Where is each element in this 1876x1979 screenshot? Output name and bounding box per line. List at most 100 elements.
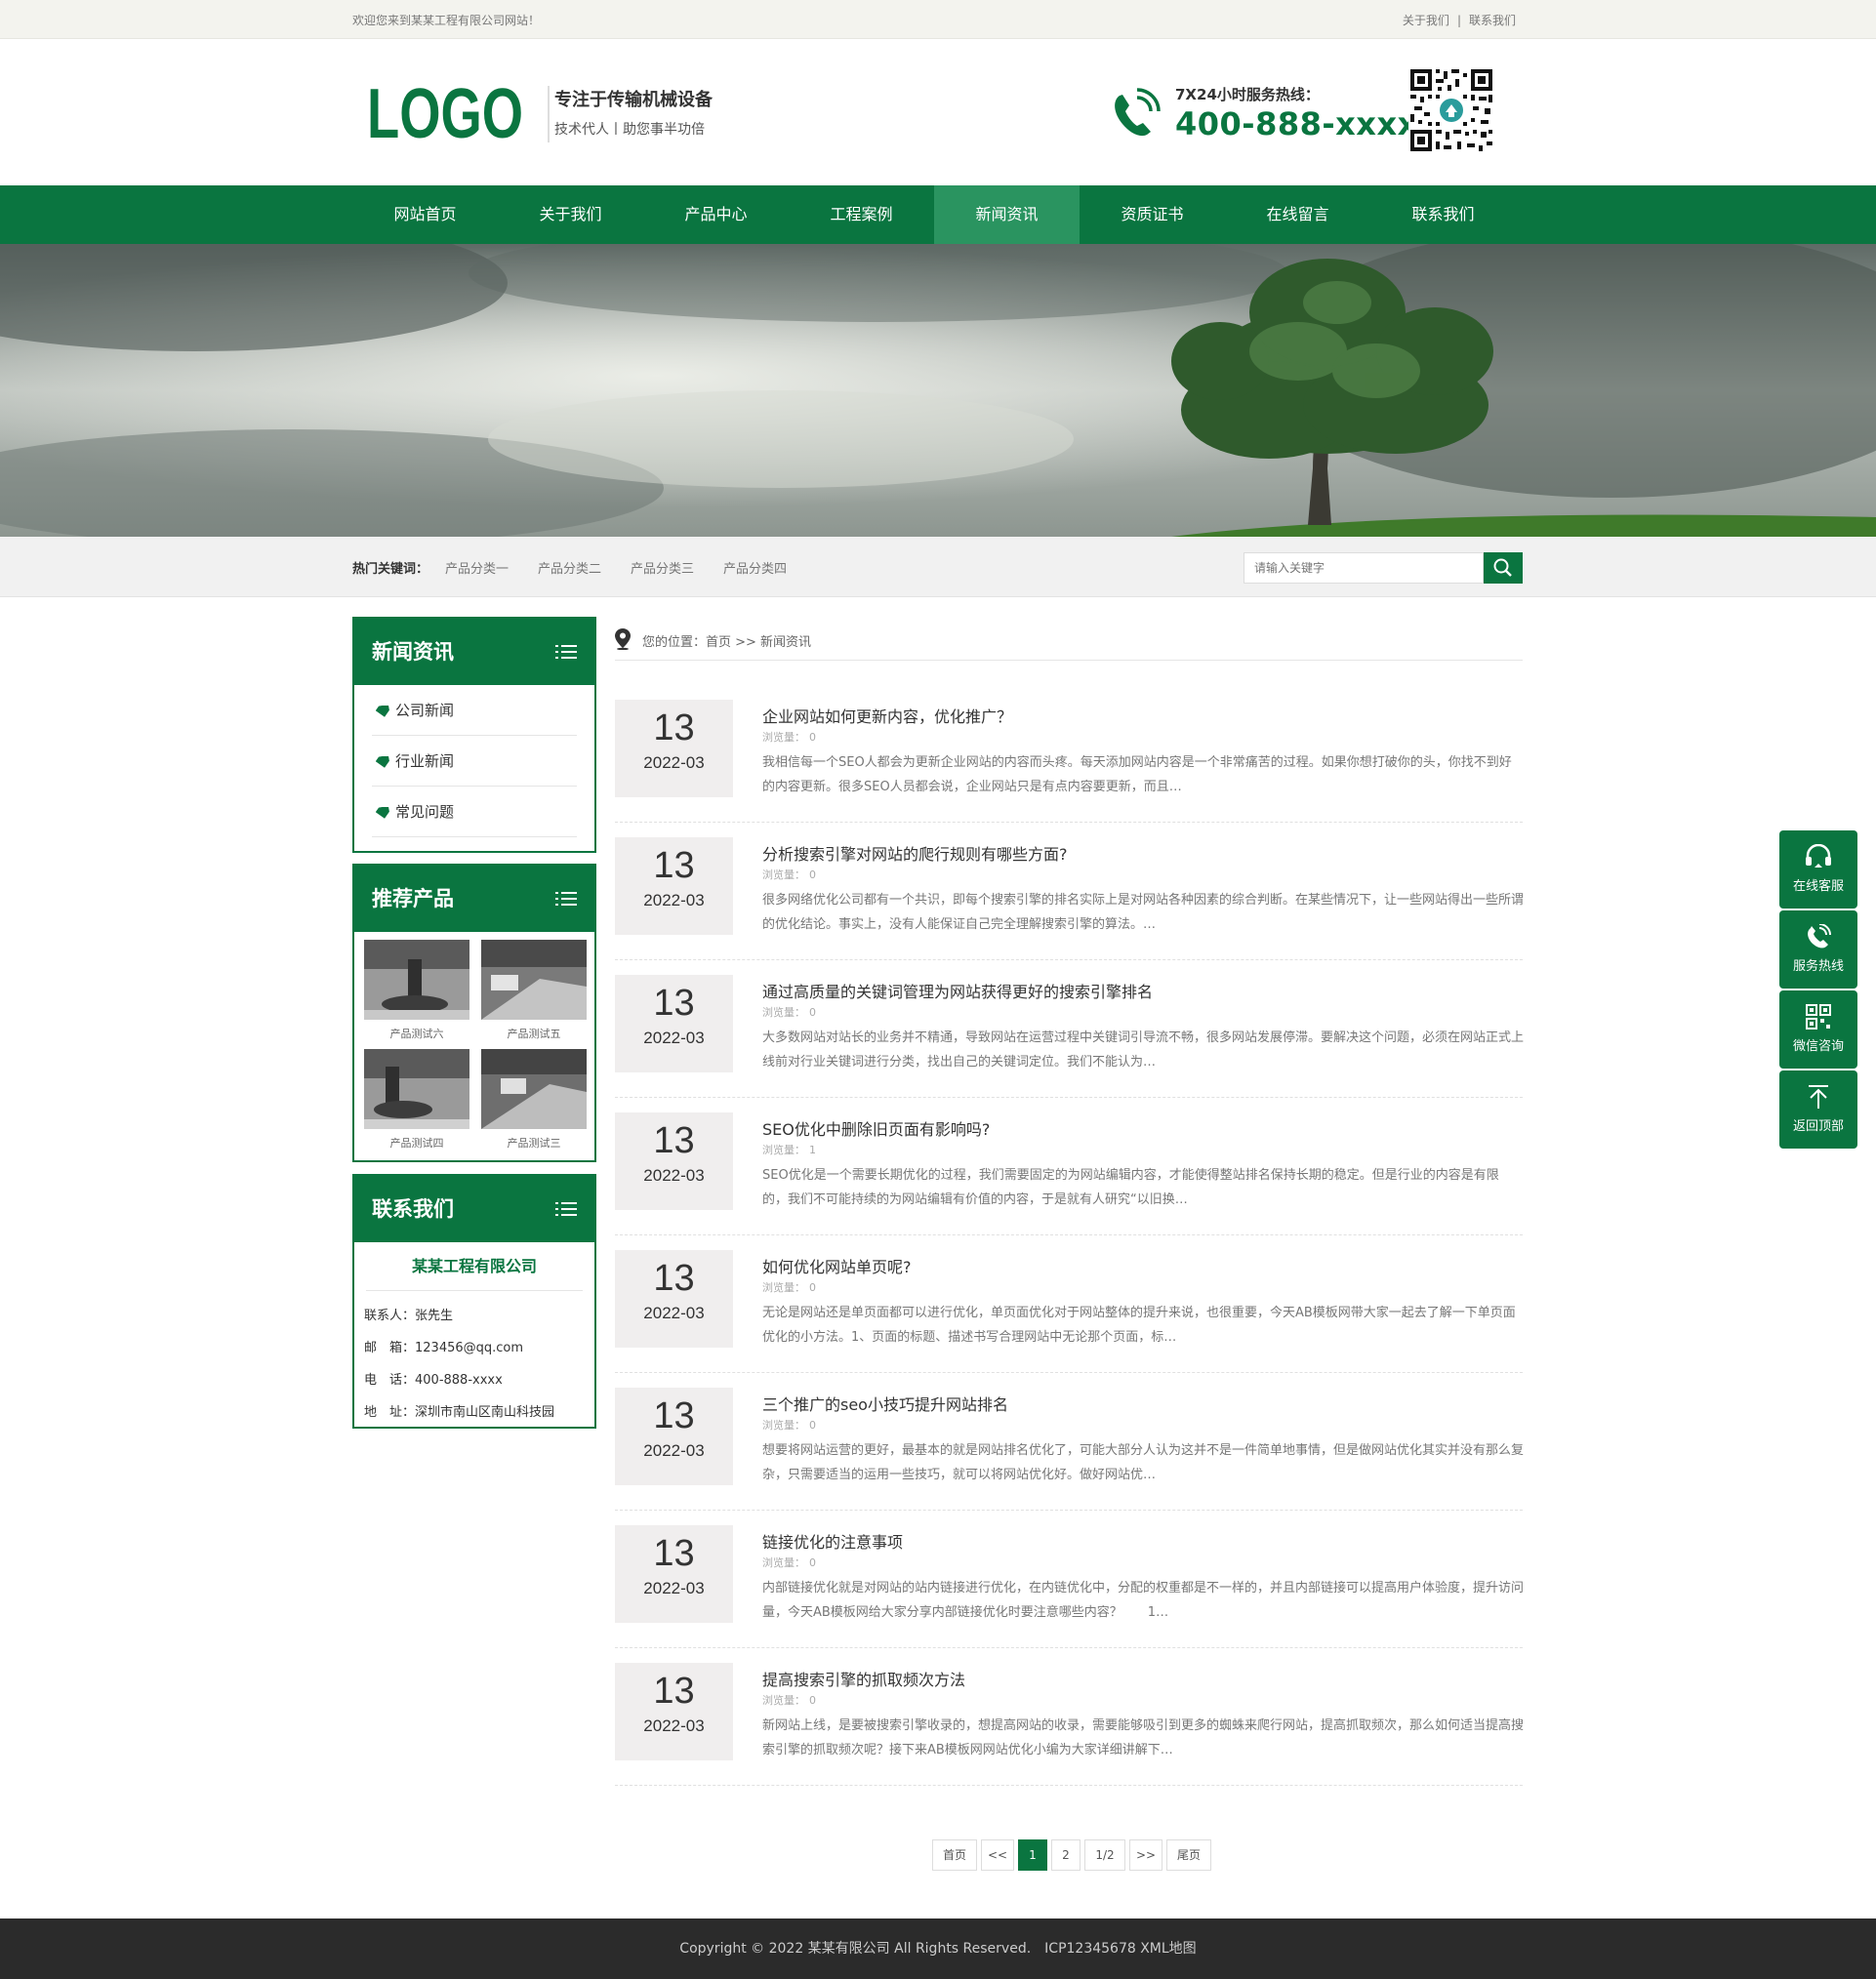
keyword-link[interactable]: 产品分类三 xyxy=(631,558,694,577)
news-item[interactable]: 13 2022-03 链接优化的注意事项 浏览量： 0 内部链接优化就是对网站的站内… xyxy=(615,1510,1524,1648)
keyword-link[interactable]: 产品分类二 xyxy=(538,558,601,577)
nav-item-message[interactable]: 在线留言 xyxy=(1225,185,1370,244)
product-name: 产品测试五 xyxy=(507,1028,561,1040)
product-card[interactable]: 产品测试六 xyxy=(364,940,469,1041)
views-label: 浏览量： xyxy=(762,1281,805,1294)
product-image xyxy=(364,1049,469,1129)
news-summary: SEO优化是一个需要长期优化的过程，我们需要固定的为网站编辑内容，才能使得整站排… xyxy=(762,1168,1499,1207)
nav-item-cases[interactable]: 工程案例 xyxy=(789,185,934,244)
page-number-button[interactable]: 1 xyxy=(1018,1839,1047,1871)
news-year-month: 2022-03 xyxy=(643,1304,705,1322)
news-day: 13 xyxy=(653,983,695,1024)
news-item[interactable]: 13 2022-03 如何优化网站单页呢? 浏览量： 0 无论是网站还是单页面都可以… xyxy=(615,1234,1523,1373)
news-title[interactable]: 通过高质量的关键词管理为网站获得更好的搜索引擎排名 xyxy=(762,979,1153,1002)
top-bar: 欢迎您来到某某工程有限公司网站！ 关于我们 | 联系我们 xyxy=(0,0,1876,39)
keyword-link[interactable]: 产品分类一 xyxy=(445,558,509,577)
sidebar-category-faq[interactable]: 常见问题 xyxy=(372,787,577,837)
product-name: 产品测试四 xyxy=(389,1137,444,1150)
news-title[interactable]: 提高搜索引擎的抓取频次方法 xyxy=(762,1667,965,1690)
search-input[interactable] xyxy=(1244,552,1484,584)
news-title[interactable]: 企业网站如何更新内容，优化推广？ xyxy=(762,704,1012,727)
news-item[interactable]: 13 2022-03 企业网站如何更新内容，优化推广？ 浏览量： 0 我相信每一个S… xyxy=(615,684,1523,823)
news-summary: 很多网络优化公司都有一个共识，即每个搜索引擎的排名实际上是对网站各种因素的综合判… xyxy=(762,893,1524,932)
list-icon xyxy=(555,1202,577,1216)
views-count: 0 xyxy=(809,731,816,744)
news-title[interactable]: 如何优化网站单页呢? xyxy=(762,1254,912,1277)
float-wechat-button[interactable]: 微信咨询 xyxy=(1779,990,1857,1069)
news-item[interactable]: 13 2022-03 SEO优化中删除旧页面有影响吗? 浏览量： 1 SEO优化是一… xyxy=(615,1097,1523,1235)
sidebar-category-company-news[interactable]: 公司新闻 xyxy=(372,685,577,736)
sidebar-category-industry-news[interactable]: 行业新闻 xyxy=(372,736,577,787)
copyright-text: Copyright © 2022 某某有限公司 All Rights Reser… xyxy=(679,1941,1197,1957)
float-label: 返回顶部 xyxy=(1792,1119,1844,1134)
news-views: 浏览量： 0 xyxy=(762,1692,816,1708)
contact-company-name: 某某工程有限公司 xyxy=(366,1242,583,1291)
breadcrumb: 您的位置：首页 >> 新闻资讯 xyxy=(615,628,1523,661)
news-day: 13 xyxy=(653,1533,695,1574)
news-title[interactable]: SEO优化中删除旧页面有影响吗? xyxy=(762,1116,990,1140)
news-date: 13 2022-03 xyxy=(615,975,733,1072)
float-label: 在线客服 xyxy=(1792,879,1844,894)
news-year-month: 2022-03 xyxy=(643,1716,705,1735)
float-back-to-top-button[interactable]: 返回顶部 xyxy=(1779,1070,1857,1149)
page-next-button[interactable]: >> xyxy=(1129,1839,1162,1871)
keyword-link[interactable]: 产品分类四 xyxy=(723,558,787,577)
site-header: LOGO 专注于传输机械设备 技术代人丨助您事半功倍 7X24小时服务热线： 4… xyxy=(0,39,1876,185)
top-link-contact[interactable]: 联系我们 xyxy=(1469,14,1516,27)
arrow-up-icon xyxy=(1809,1085,1828,1109)
news-day: 13 xyxy=(653,707,695,748)
search-button[interactable] xyxy=(1484,552,1523,584)
location-pin-icon xyxy=(615,628,631,650)
nav-item-products[interactable]: 产品中心 xyxy=(643,185,789,244)
nav-item-news[interactable]: 新闻资讯 xyxy=(934,185,1080,244)
news-item[interactable]: 13 2022-03 三个推广的seo小技巧提升网站排名 浏览量： 0 想要将网站运… xyxy=(615,1372,1524,1511)
news-summary: 想要将网站运营的更好，最基本的就是网站排名优化了，可能大部分人认为这并不是一件简… xyxy=(762,1443,1524,1482)
main-nav: 网站首页 关于我们 产品中心 工程案例 新闻资讯 资质证书 在线留言 联系我们 xyxy=(0,185,1876,244)
breadcrumb-text: 您的位置：首页 >> 新闻资讯 xyxy=(642,635,812,650)
contact-email: 邮 箱：123456@qq.com xyxy=(364,1341,524,1355)
product-card[interactable]: 产品测试四 xyxy=(364,1049,469,1151)
news-item[interactable]: 13 2022-03 通过高质量的关键词管理为网站获得更好的搜索引擎排名 浏览量：… xyxy=(615,959,1524,1098)
top-link-about[interactable]: 关于我们 xyxy=(1403,14,1449,27)
news-date: 13 2022-03 xyxy=(615,700,733,797)
logo-text: LOGO xyxy=(367,83,523,141)
page-prev-button[interactable]: << xyxy=(981,1839,1014,1871)
product-card[interactable]: 产品测试三 xyxy=(481,1049,587,1151)
news-date: 13 2022-03 xyxy=(615,1112,733,1210)
views-label: 浏览量： xyxy=(762,868,805,881)
views-count: 0 xyxy=(809,1556,816,1569)
category-label: 常见问题 xyxy=(395,803,455,821)
slogan-sub: 技术代人丨助您事半功倍 xyxy=(554,122,705,138)
sidebar-contact-title: 联系我们 xyxy=(372,1197,454,1221)
news-views: 浏览量： 0 xyxy=(762,1417,816,1433)
news-item[interactable]: 13 2022-03 分析搜索引擎对网站的爬行规则有哪些方面? 浏览量： 0 很多网… xyxy=(615,822,1524,960)
news-views: 浏览量： 0 xyxy=(762,1555,816,1570)
news-title[interactable]: 链接优化的注意事项 xyxy=(762,1529,903,1553)
contact-phone: 电 话：400-888-xxxx xyxy=(364,1373,503,1388)
news-year-month: 2022-03 xyxy=(643,1441,705,1460)
page-number-button[interactable]: 2 xyxy=(1051,1839,1081,1871)
news-day: 13 xyxy=(653,1671,695,1712)
top-link-separator: | xyxy=(1456,14,1461,27)
nav-item-home[interactable]: 网站首页 xyxy=(352,185,498,244)
product-card[interactable]: 产品测试五 xyxy=(481,940,587,1041)
float-online-service-button[interactable]: 在线客服 xyxy=(1779,830,1857,909)
sidebar-products-header: 推荐产品 xyxy=(354,866,594,932)
nav-item-certificates[interactable]: 资质证书 xyxy=(1080,185,1225,244)
news-item[interactable]: 13 2022-03 提高搜索引擎的抓取频次方法 浏览量： 0 新网站上线，是要被搜… xyxy=(615,1647,1524,1786)
qr-code xyxy=(1408,67,1494,153)
keyword-bar: 热门关键词： 产品分类一 产品分类二 产品分类三 产品分类四 xyxy=(0,537,1876,597)
nav-item-contact[interactable]: 联系我们 xyxy=(1370,185,1516,244)
product-image xyxy=(481,1049,587,1129)
news-title[interactable]: 三个推广的seo小技巧提升网站排名 xyxy=(762,1392,1008,1415)
page-last-button[interactable]: 尾页 xyxy=(1166,1839,1211,1871)
hot-keywords-label: 热门关键词： xyxy=(352,562,429,577)
views-count: 0 xyxy=(809,1281,816,1294)
news-title[interactable]: 分析搜索引擎对网站的爬行规则有哪些方面? xyxy=(762,841,1068,865)
tag-icon xyxy=(376,755,389,768)
site-logo[interactable]: LOGO xyxy=(367,83,525,141)
page-first-button[interactable]: 首页 xyxy=(932,1839,977,1871)
views-label: 浏览量： xyxy=(762,1006,805,1019)
float-hotline-button[interactable]: 服务热线 xyxy=(1779,910,1857,989)
nav-item-about[interactable]: 关于我们 xyxy=(498,185,643,244)
